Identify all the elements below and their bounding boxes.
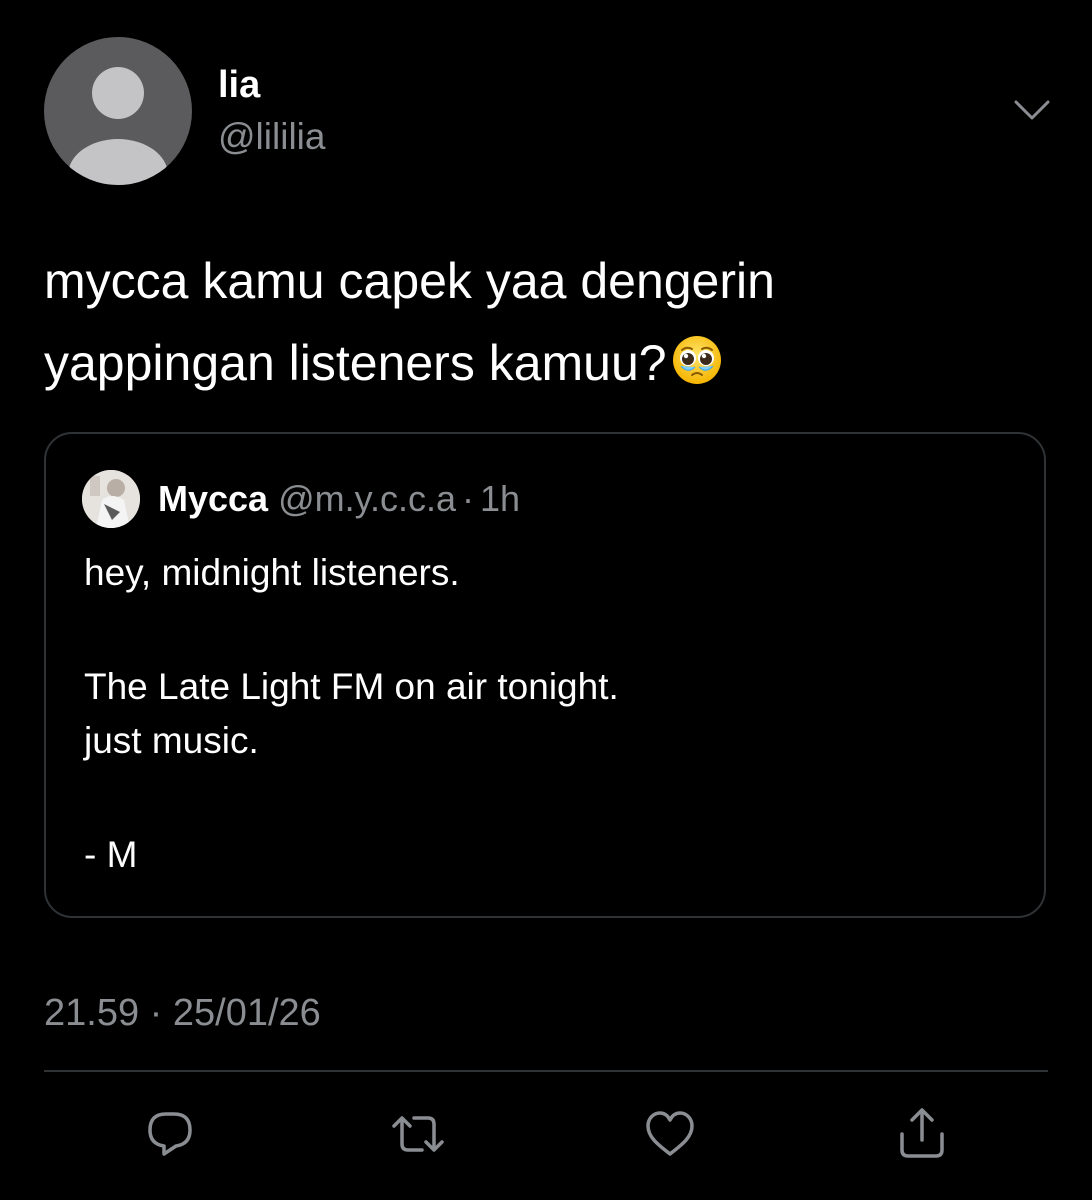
quoted-author-name[interactable]: Mycca: [158, 478, 268, 519]
author-handle[interactable]: @lililia: [218, 114, 325, 160]
separator-dot: ·: [461, 478, 474, 519]
like-icon: [646, 1111, 694, 1156]
retweet-button[interactable]: [388, 1104, 448, 1164]
quoted-text-line: just music.: [84, 720, 259, 761]
timestamp-date: 25/01/26: [172, 992, 321, 1034]
quoted-tweet-time: 1h: [479, 478, 521, 519]
quoted-text-blank-line: [84, 600, 619, 660]
quoted-text-line: - M: [84, 834, 138, 875]
quoted-author-avatar-image: [82, 470, 140, 528]
reply-icon: [148, 1112, 192, 1156]
author-avatar[interactable]: [44, 37, 192, 185]
divider: [44, 1070, 1048, 1072]
pleading-face-emoji-icon: [672, 336, 721, 384]
quoted-author-avatar[interactable]: [82, 470, 140, 528]
quoted-text-blank-line: [84, 768, 619, 828]
like-button[interactable]: [640, 1104, 700, 1164]
quoted-text-line: hey, midnight listeners.: [84, 552, 460, 593]
timestamp-separator: ·: [149, 992, 163, 1034]
author-display-name[interactable]: lia: [218, 62, 260, 108]
quoted-tweet-header: Mycca @m.y.c.c.a · 1h: [158, 476, 520, 522]
tweet-detail: lia @lililia mycca kamu capek yaa denger…: [0, 0, 1092, 1200]
quoted-tweet-card[interactable]: Mycca @m.y.c.c.a · 1h hey, midnight listene…: [44, 432, 1046, 918]
tweet-text-line: yappingan listeners kamuu?: [44, 322, 1054, 404]
tweet-text: mycca kamu capek yaa dengerin yappingan …: [44, 240, 1054, 404]
timestamp-time: 21.59: [44, 992, 140, 1034]
share-icon: [900, 1108, 944, 1158]
share-button[interactable]: [892, 1104, 952, 1164]
tweet-text-line-content: yappingan listeners kamuu?: [44, 335, 667, 391]
tweet-text-line: mycca kamu capek yaa dengerin: [44, 253, 775, 309]
quoted-author-handle[interactable]: @m.y.c.c.a: [278, 478, 456, 519]
retweet-icon: [392, 1116, 444, 1152]
quoted-text-line: The Late Light FM on air tonight.: [84, 666, 619, 707]
quoted-tweet-text: hey, midnight listeners. The Late Light …: [84, 546, 619, 882]
chevron-down-icon[interactable]: [1010, 94, 1054, 126]
tweet-timestamp[interactable]: 21.59 · 25/01/26: [44, 990, 321, 1036]
reply-button[interactable]: [140, 1104, 200, 1164]
default-avatar-icon: [68, 67, 168, 185]
